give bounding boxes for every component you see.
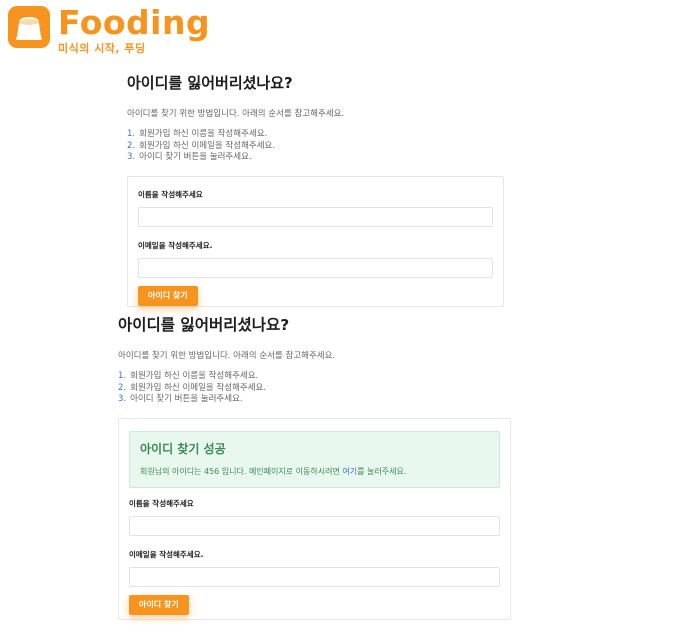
- find-id-form: 이름을 작성해주세요 이메일을 작성해주세요. 아이디 찾기: [127, 175, 504, 307]
- pudding-icon: [8, 6, 50, 48]
- email-field-label: 이메일을 작성해주세요.: [138, 240, 213, 250]
- instructions-text: 아이디를 찾기 위한 방법입니다. 아래의 순서를 참고해주세요.: [118, 351, 336, 361]
- find-id-section: 아이디를 잃어버리셨나요? 아이디를 찾기 위한 방법입니다. 아래의 순서를 …: [127, 72, 504, 307]
- page-title: 아이디를 잃어버리셨나요?: [118, 316, 290, 334]
- page-title: 아이디를 잃어버리셨나요?: [127, 74, 293, 92]
- success-alert: 아이디 찾기 성공 회원님의 아이디는 456 입니다. 메인페이지로 이동하시…: [129, 430, 500, 488]
- find-id-form: 아이디 찾기 성공 회원님의 아이디는 456 입니다. 메인페이지로 이동하시…: [118, 417, 511, 620]
- email-field-label: 이메일을 작성해주세요.: [129, 549, 204, 559]
- list-item: 1. 회원가입 하신 이름을 작성해주세요.: [127, 129, 268, 139]
- name-field-label: 이름을 작성해주세요: [138, 189, 203, 199]
- list-item: 1. 회원가입 하신 이름을 작성해주세요.: [118, 371, 259, 381]
- name-field-label: 이름을 작성해주세요: [129, 498, 194, 508]
- name-input[interactable]: [129, 515, 500, 536]
- alert-message: 회원님의 아이디는 456 입니다. 메인페이지로 이동하시려면 여기를 눌러주…: [140, 466, 407, 476]
- list-item: 3. 아이디 찾기 버튼을 눌러주세요.: [127, 152, 252, 162]
- email-input[interactable]: [138, 257, 493, 278]
- list-item: 3. 아이디 찾기 버튼을 눌러주세요.: [118, 394, 243, 404]
- steps-list: 1. 회원가입 하신 이름을 작성해주세요. 2. 회원가입 하신 이메일을 작성해…: [127, 129, 504, 164]
- brand-title: Fooding: [58, 3, 211, 42]
- instructions-text: 아이디를 찾기 위한 방법입니다. 아래의 순서를 참고해주세요.: [127, 109, 345, 119]
- steps-list: 1. 회원가입 하신 이름을 작성해주세요. 2. 회원가입 하신 이메일을 작성해…: [118, 371, 511, 406]
- find-id-button[interactable]: 아이디 찾기: [129, 594, 189, 615]
- alert-title: 아이디 찾기 성공: [140, 441, 226, 456]
- brand-logo[interactable]: Fooding 미식의 시작, 푸딩: [8, 6, 210, 56]
- email-input[interactable]: [129, 566, 500, 587]
- list-item: 2. 회원가입 하신 이메일을 작성해주세요.: [118, 382, 267, 393]
- name-input[interactable]: [138, 206, 493, 227]
- find-id-result-section: 아이디를 잃어버리셨나요? 아이디를 찾기 위한 방법입니다. 아래의 순서를 …: [118, 313, 511, 620]
- list-item: 2. 회원가입 하신 이메일을 작성해주세요.: [127, 140, 276, 151]
- find-id-button[interactable]: 아이디 찾기: [138, 285, 198, 306]
- brand-subtitle: 미식의 시작, 푸딩: [58, 42, 146, 55]
- main-page-link[interactable]: 여기: [342, 467, 357, 476]
